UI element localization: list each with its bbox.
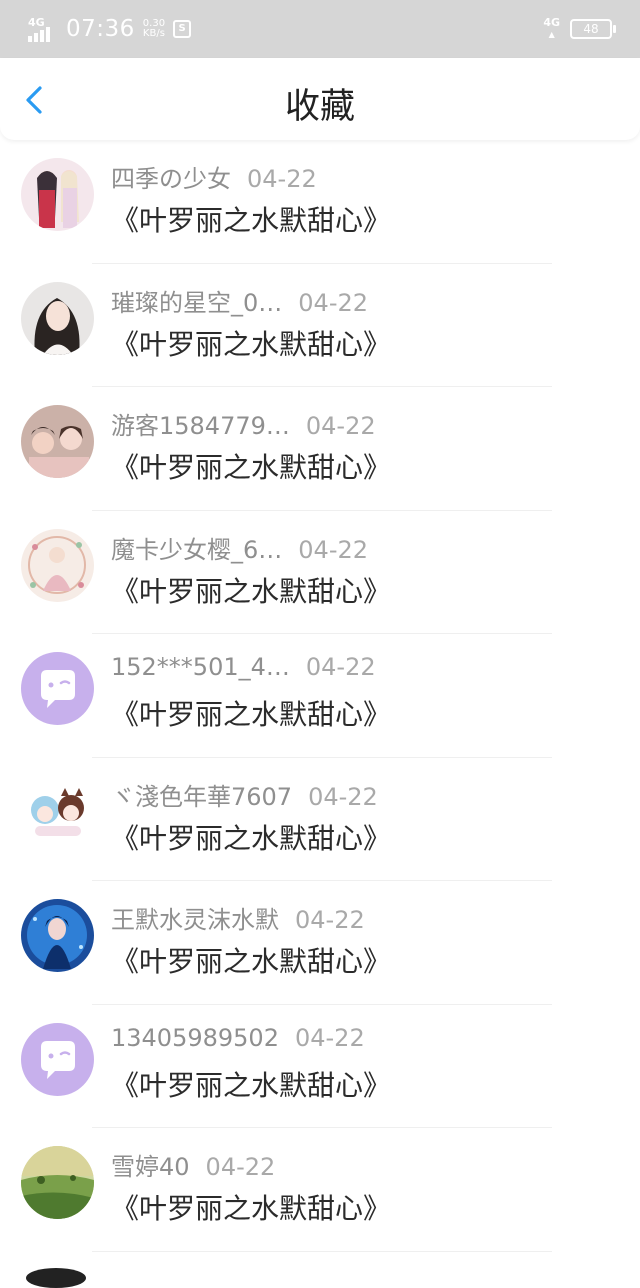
story-title[interactable]: 《叶罗丽之水默甜心》 xyxy=(111,323,391,363)
favorite-item[interactable]: 雪婷40 04-22 《叶罗丽之水默甜心》 xyxy=(0,1128,640,1252)
story-title[interactable]: 《叶罗丽之水默甜心》 xyxy=(111,570,391,610)
app-notification-icon: S xyxy=(173,20,192,38)
story-title[interactable]: 《叶罗丽之水默甜心》 xyxy=(111,199,391,239)
divider xyxy=(92,1250,552,1252)
story-title[interactable]: 《叶罗丽之水默甜心》 xyxy=(111,693,391,733)
status-time: 07:36 xyxy=(66,16,135,42)
story-title[interactable]: 《叶罗丽之水默甜心》 xyxy=(111,446,391,486)
favorite-item[interactable]: 152***501_4… 04-22 《叶罗丽之水默甜心》 xyxy=(0,634,640,758)
favorites-list: 四季の少女 04-22 《叶罗丽之水默甜心》 璀璨的星空_0… 04-22 《叶罗丽… xyxy=(0,140,640,1252)
favorite-date: 04-22 xyxy=(295,906,365,934)
story-title[interactable]: 《叶罗丽之水默甜心》 xyxy=(111,1064,391,1104)
signal-icon: 4G xyxy=(28,16,58,42)
avatar[interactable] xyxy=(21,1022,94,1096)
avatar[interactable] xyxy=(21,158,94,231)
favorite-date: 04-22 xyxy=(205,1153,276,1181)
avatar[interactable] xyxy=(21,1146,94,1219)
username[interactable]: 游客1584779… xyxy=(111,412,290,440)
favorite-date: 04-22 xyxy=(298,535,369,564)
favorite-item[interactable]: 13405989502 04-22 《叶罗丽之水默甜心》 xyxy=(0,1005,640,1128)
username[interactable]: ヾ淺色年華7607 xyxy=(111,783,292,811)
favorite-date: 04-22 xyxy=(247,165,317,193)
username[interactable]: 13405989502 xyxy=(111,1024,279,1052)
avatar[interactable] xyxy=(21,899,94,972)
status-bar: 4G 07:36 0.30 KB/s S 4G ▲ 48 xyxy=(0,0,640,58)
story-title[interactable]: 《叶罗丽之水默甜心》 xyxy=(111,817,391,857)
username[interactable]: 152***501_4… xyxy=(111,653,290,681)
username[interactable]: 四季の少女 xyxy=(111,165,231,193)
page-title: 收藏 xyxy=(284,87,355,127)
username[interactable]: 璀璨的星空_0… xyxy=(111,289,282,317)
username[interactable]: 王默水灵沫水默 xyxy=(111,906,279,934)
avatar[interactable] xyxy=(21,405,94,478)
favorite-date: 04-22 xyxy=(308,782,378,811)
header: 收藏 xyxy=(0,58,640,140)
favorite-item[interactable]: ヾ淺色年華7607 04-22 《叶罗丽之水默甜心》 xyxy=(0,758,640,881)
story-title[interactable]: 《叶罗丽之水默甜心》 xyxy=(111,1187,391,1227)
favorite-item[interactable]: 璀璨的星空_0… 04-22 《叶罗丽之水默甜心》 xyxy=(0,264,640,387)
avatar[interactable] xyxy=(21,281,94,355)
username[interactable]: 魔卡少女樱_6… xyxy=(111,536,282,564)
avatar xyxy=(26,1268,86,1288)
network-speed: 0.30 KB/s xyxy=(142,18,166,39)
favorite-item[interactable]: 王默水灵沫水默 04-22 《叶罗丽之水默甜心》 xyxy=(0,881,640,1005)
favorite-date: 04-22 xyxy=(298,288,369,317)
favorite-date: 04-22 xyxy=(305,412,376,440)
avatar[interactable] xyxy=(21,528,94,602)
story-title[interactable]: 《叶罗丽之水默甜心》 xyxy=(111,940,391,980)
avatar[interactable] xyxy=(21,775,94,849)
favorite-date: 04-22 xyxy=(305,653,376,681)
avatar[interactable] xyxy=(21,652,94,725)
favorite-item[interactable]: 四季の少女 04-22 《叶罗丽之水默甜心》 xyxy=(0,140,640,264)
favorite-item[interactable]: 魔卡少女樱_6… 04-22 《叶罗丽之水默甜心》 xyxy=(0,511,640,634)
username[interactable]: 雪婷40 xyxy=(111,1153,190,1181)
mobile-data-icon: 4G ▲ xyxy=(543,16,560,40)
battery-icon: 48 xyxy=(570,19,616,39)
favorite-date: 04-22 xyxy=(294,1023,365,1052)
favorite-item[interactable]: 游客1584779… 04-22 《叶罗丽之水默甜心》 xyxy=(0,387,640,511)
